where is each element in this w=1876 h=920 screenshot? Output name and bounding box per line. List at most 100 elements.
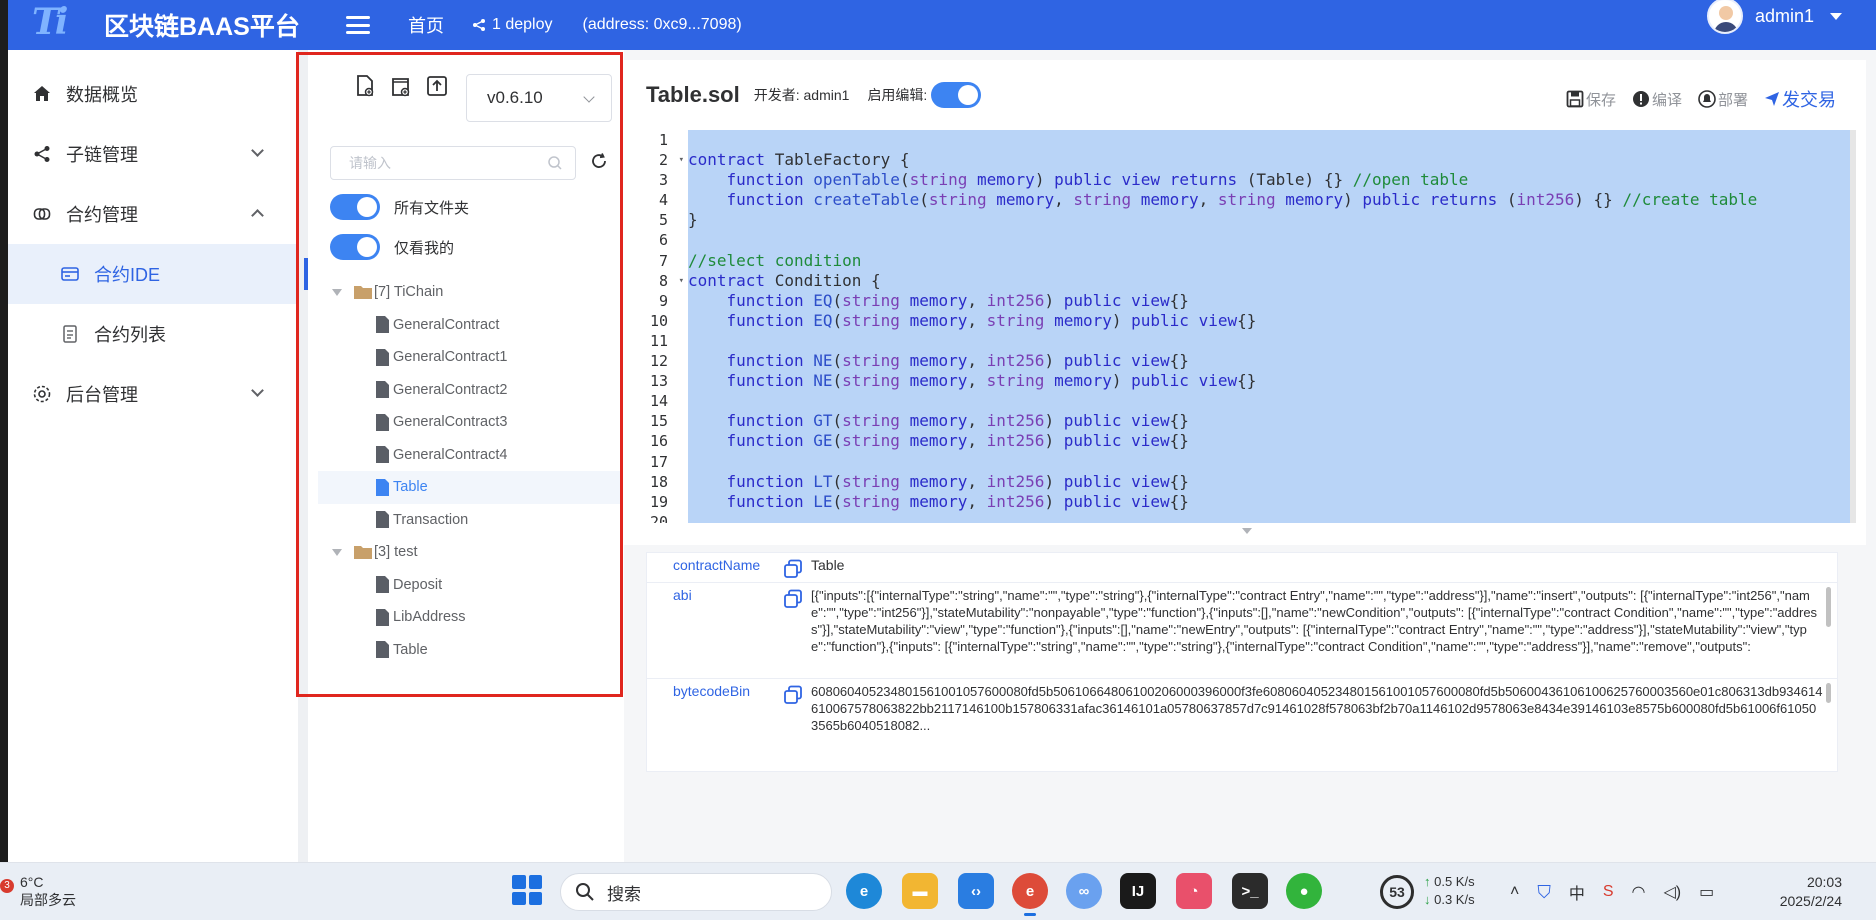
cpu-monitor[interactable]: 53: [1380, 875, 1414, 909]
line-number: 3: [658, 171, 668, 190]
refresh-icon[interactable]: [590, 152, 608, 173]
chrome-icon[interactable]: e: [1012, 873, 1048, 916]
deploy-label: 1 deploy: [492, 16, 553, 33]
line-number: 2 ▾: [658, 150, 684, 170]
tree-file-label: GeneralContract: [393, 316, 500, 333]
tree-file[interactable]: GeneralContract2: [330, 374, 620, 407]
input-method-icon[interactable]: 中: [1569, 880, 1585, 904]
sidebar-item-contract-ide[interactable]: 合约IDE: [8, 244, 308, 304]
folder-icon: [354, 286, 372, 300]
file-explorer-icon[interactable]: ▬: [902, 873, 938, 909]
save-icon: [1566, 90, 1584, 108]
jetbrains-icon[interactable]: IJ: [1120, 873, 1156, 909]
tree-file[interactable]: GeneralContract1: [330, 341, 620, 374]
terminal-icon[interactable]: >_: [1232, 873, 1268, 909]
clock[interactable]: 20:03 2025/2/24: [1780, 873, 1842, 911]
scrollbar[interactable]: [1826, 683, 1831, 703]
tree-file-label: Deposit: [393, 576, 443, 593]
battery-icon[interactable]: ▭: [1699, 882, 1714, 902]
windows-start-icon[interactable]: [512, 875, 542, 905]
fold-caret-icon[interactable]: ▾: [679, 150, 684, 170]
edge-browser-icon[interactable]: e: [846, 873, 882, 909]
file-search-input[interactable]: [349, 155, 529, 171]
file-toolbar: [354, 74, 448, 98]
app-icon[interactable]: ∞: [1066, 873, 1102, 909]
code-line: function openTable(string memory) public…: [726, 170, 1469, 190]
tree-file-selected[interactable]: Table: [318, 471, 620, 504]
sidebar-item-subchain[interactable]: 子链管理: [8, 124, 298, 184]
sidebar-item-contract-list[interactable]: 合约列表: [8, 304, 298, 364]
shield-icon[interactable]: ⛉: [1537, 882, 1551, 903]
collapse-caret-icon[interactable]: [1242, 528, 1252, 534]
chevron-up-icon[interactable]: ˄: [1510, 883, 1519, 901]
fold-caret-icon[interactable]: ▾: [679, 271, 684, 291]
app-tray-icon[interactable]: S: [1603, 883, 1614, 901]
info-row-bytecode: bytecodeBin 6080604052348015610010576000…: [647, 679, 1837, 773]
taskbar-search[interactable]: 搜索: [560, 873, 832, 911]
nav-home-link[interactable]: 首页: [408, 12, 444, 38]
file-icon: [376, 641, 389, 659]
send-transaction-button[interactable]: 发交易: [1764, 86, 1836, 112]
compile-button[interactable]: 编译: [1632, 89, 1682, 110]
code-line: function NE(string memory, int256) publi…: [726, 351, 1189, 371]
sidebar-item-overview[interactable]: 数据概览: [8, 64, 298, 124]
tree-folder-label: [3] test: [374, 544, 418, 561]
line-number: 17: [649, 452, 668, 471]
menu-toggle-icon[interactable]: [346, 16, 370, 34]
tree-file[interactable]: LibAddress: [330, 601, 620, 634]
compiler-version-select[interactable]: v0.6.10: [466, 74, 612, 122]
code-editor[interactable]: 1 2 ▾ 3 4 5 6 7 8 ▾ 9 10 11 12 13 14 15 16 17 18 19 20 contra…: [634, 130, 1856, 523]
enable-edit-switch[interactable]: [931, 82, 982, 108]
code-line: function EQ(string memory, int256) publi…: [726, 290, 1189, 310]
search-icon: [576, 883, 594, 901]
deploy-button[interactable]: 部署: [1698, 89, 1748, 110]
tree-folder[interactable]: [7] TiChain: [330, 276, 620, 309]
tree-file[interactable]: Table: [330, 634, 620, 667]
folder-icon: [354, 546, 372, 560]
line-number: 15: [649, 412, 668, 431]
copy-icon[interactable]: [783, 559, 803, 579]
upload-icon[interactable]: [426, 74, 448, 98]
app-icon[interactable]: ◔: [1176, 873, 1212, 909]
user-menu[interactable]: admin1: [1706, 0, 1842, 34]
card-icon: [60, 264, 80, 284]
enable-edit-label: 启用编辑:: [867, 87, 928, 103]
new-folder-icon[interactable]: [390, 74, 412, 98]
line-number: 5: [658, 211, 668, 230]
save-label: 保存: [1585, 91, 1616, 109]
file-icon: [376, 381, 389, 399]
scrollbar[interactable]: [1826, 587, 1831, 627]
tree-folder[interactable]: [3] test: [330, 536, 620, 569]
wechat-icon[interactable]: ●: [1286, 873, 1322, 909]
info-value: [{"inputs":[{"internalType":"string","na…: [811, 588, 1818, 654]
weather-widget[interactable]: 3 6°C 局部多云: [0, 873, 76, 909]
line-number: 7: [658, 251, 668, 270]
wifi-icon[interactable]: ◠: [1632, 882, 1646, 902]
line-number: 18: [649, 472, 668, 491]
vscode-icon[interactable]: ‹›: [958, 873, 994, 909]
tree-folder-label: [7] TiChain: [374, 284, 444, 301]
tree-file[interactable]: GeneralContract3: [330, 406, 620, 439]
deploy-label: 部署: [1717, 91, 1748, 109]
only-mine-switch[interactable]: [330, 234, 380, 260]
sidebar-item-admin[interactable]: 后台管理: [8, 364, 298, 424]
tree-file[interactable]: GeneralContract4: [330, 439, 620, 472]
file-icon: [376, 608, 389, 626]
code-content[interactable]: contract TableFactory { function openTab…: [688, 130, 1850, 523]
tree-file[interactable]: GeneralContract: [330, 309, 620, 342]
sidebar-item-contracts[interactable]: 合约管理: [8, 184, 298, 244]
contract-info-table: contractName Table abi [{"inputs":[{"int…: [646, 552, 1838, 772]
all-folders-switch[interactable]: [330, 194, 380, 220]
file-icon: [376, 478, 389, 496]
search-icon[interactable]: [547, 155, 563, 174]
copy-icon[interactable]: [783, 685, 803, 705]
save-button[interactable]: 保存: [1566, 89, 1616, 110]
volume-icon[interactable]: ◁): [1664, 882, 1682, 902]
send-transaction-label: 发交易: [1782, 90, 1836, 110]
copy-icon[interactable]: [783, 589, 803, 609]
tree-file[interactable]: Transaction: [330, 504, 620, 537]
tree-file[interactable]: Deposit: [330, 569, 620, 602]
new-file-icon[interactable]: [354, 74, 376, 98]
deploy-indicator[interactable]: 1 deploy: [472, 16, 553, 34]
line-number: 19: [649, 492, 668, 511]
